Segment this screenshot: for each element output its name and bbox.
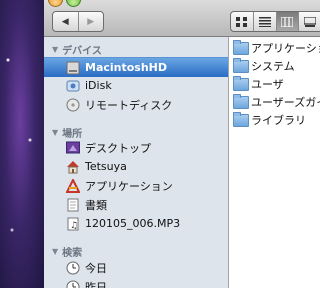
folder-icon (233, 76, 249, 91)
cover-flow-button[interactable] (299, 12, 320, 31)
sidebar-item-home[interactable]: Tetsuya (44, 157, 228, 176)
item-label: ユーザーズガイド (251, 96, 320, 109)
desktop-icon (65, 140, 81, 156)
sidebar-item-label: 昨日 (85, 280, 107, 288)
sidebar-item-label: アプリケーション (85, 179, 173, 193)
desktop-background (0, 0, 44, 288)
sidebar-item-mp3-file[interactable]: ♫ 120105_006.MP3 (44, 214, 228, 233)
sidebar-item-label: リモートディスク (85, 98, 173, 112)
icon-view-icon (235, 16, 247, 27)
list-item[interactable]: ユーザーズガイド (229, 93, 320, 111)
folder-icon (233, 112, 249, 127)
sidebar-item-applications[interactable]: アプリケーション (44, 176, 228, 195)
file-list: アプリケーション システム ユーザ ユーザーズガイド ライブラリ (229, 37, 320, 288)
sidebar-item-label: MacintoshHD (85, 61, 168, 74)
sidebar: ▼ デバイス MacintoshHD iDisk リモートディスク ▼ 場所 デ… (44, 37, 229, 288)
icon-view-button[interactable] (231, 12, 254, 31)
list-view-icon (258, 16, 271, 27)
minimize-button[interactable] (48, 0, 63, 7)
item-label: システム (251, 60, 295, 73)
item-label: ユーザ (251, 78, 284, 91)
list-item[interactable]: ライブラリ (229, 111, 320, 129)
idisk-icon (65, 78, 81, 94)
sidebar-item-label: Tetsuya (85, 160, 127, 173)
sidebar-item-yesterday[interactable]: 昨日 (44, 277, 228, 288)
sidebar-item-desktop[interactable]: デスクトップ (44, 138, 228, 157)
sidebar-item-documents[interactable]: 書類 (44, 195, 228, 214)
cover-flow-icon (304, 16, 317, 27)
sidebar-item-idisk[interactable]: iDisk (44, 76, 228, 95)
view-mode-buttons (230, 11, 320, 32)
sidebar-item-remote-disk[interactable]: リモートディスク (44, 95, 228, 114)
sidebar-item-label: 書類 (85, 198, 107, 212)
list-item[interactable]: ユーザ (229, 75, 320, 93)
sidebar-item-label: 120105_006.MP3 (85, 217, 181, 230)
navigation-buttons: ◀ ▶ (52, 11, 104, 32)
clock-icon (65, 279, 81, 288)
back-arrow-icon: ◀ (61, 16, 69, 27)
remote-disc-icon (65, 97, 81, 113)
sidebar-item-label: 今日 (85, 261, 107, 275)
home-icon (65, 159, 81, 175)
list-item[interactable]: アプリケーション (229, 39, 320, 57)
section-devices[interactable]: ▼ デバイス (52, 42, 102, 57)
folder-icon (233, 58, 249, 73)
finder-window: ◀ ▶ ▼ デバイス MacintoshHD iDisk リモートディスク ▼ … (44, 0, 320, 288)
hard-drive-icon (65, 60, 81, 76)
section-label: デバイス (62, 46, 102, 57)
list-item[interactable]: システム (229, 57, 320, 75)
zoom-button[interactable] (66, 0, 81, 7)
disclosure-triangle-icon: ▼ (52, 128, 59, 137)
forward-arrow-icon: ▶ (87, 16, 95, 27)
back-button[interactable]: ◀ (53, 12, 78, 31)
disclosure-triangle-icon: ▼ (52, 247, 59, 256)
column-view-icon (281, 16, 294, 27)
sidebar-item-label: デスクトップ (85, 141, 151, 155)
audio-file-icon: ♫ (65, 216, 81, 232)
item-label: ライブラリ (251, 114, 306, 127)
documents-icon (65, 197, 81, 213)
applications-icon (65, 178, 81, 194)
sidebar-item-label: iDisk (85, 79, 112, 92)
folder-icon (233, 40, 249, 55)
column-view-button[interactable] (276, 12, 300, 31)
disclosure-triangle-icon: ▼ (52, 45, 59, 54)
folder-icon (233, 94, 249, 109)
svg-text:♫: ♫ (70, 221, 78, 231)
list-view-button[interactable] (254, 12, 277, 31)
forward-button[interactable]: ▶ (77, 12, 104, 31)
section-search[interactable]: ▼ 検索 (52, 244, 82, 259)
clock-icon (65, 260, 81, 276)
section-label: 検索 (62, 248, 83, 259)
item-label: アプリケーション (251, 42, 320, 55)
sidebar-item-today[interactable]: 今日 (44, 258, 228, 277)
sidebar-item-macintoshhd[interactable]: MacintoshHD (44, 57, 228, 77)
toolbar: ◀ ▶ (44, 0, 320, 37)
